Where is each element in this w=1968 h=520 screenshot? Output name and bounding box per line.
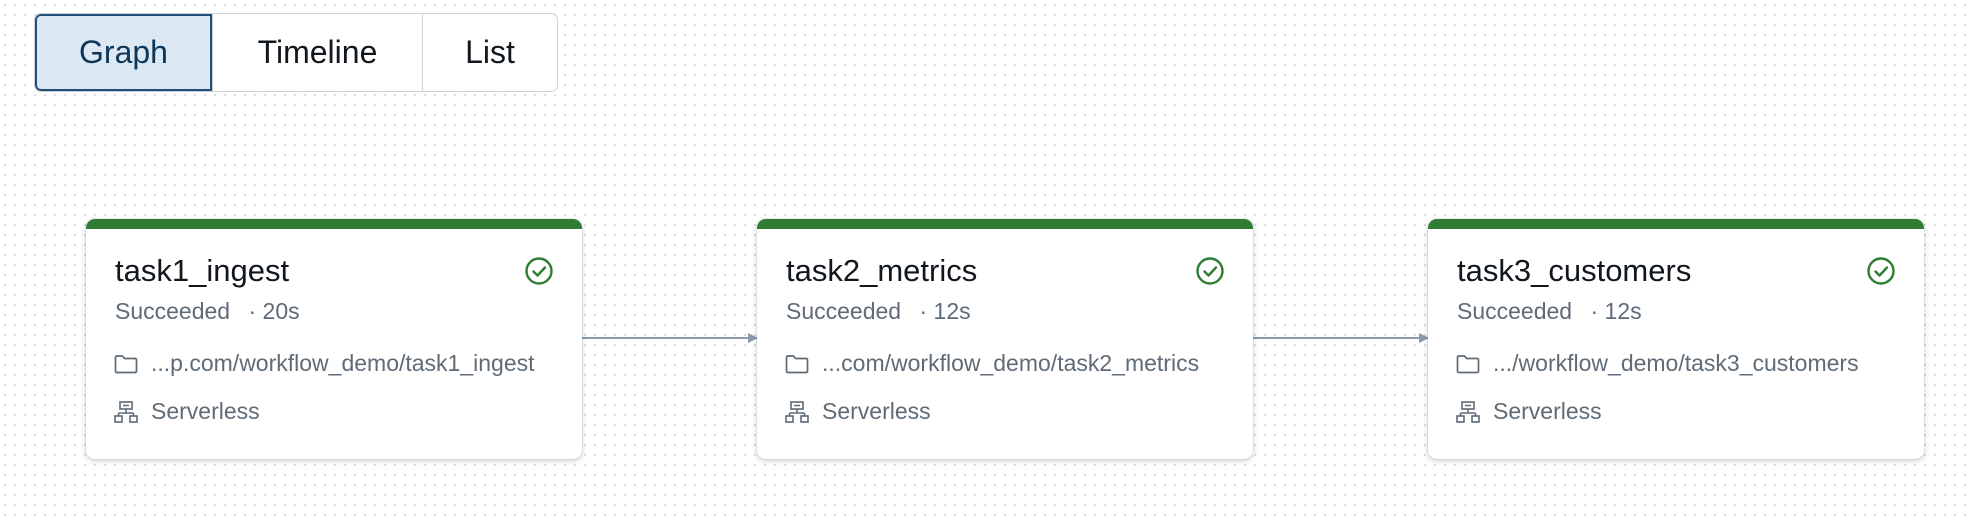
status-bar [757, 219, 1253, 229]
check-circle-icon [525, 257, 553, 285]
task-path: ...com/workflow_demo/task2_metrics [822, 350, 1200, 376]
network-icon [1456, 400, 1480, 423]
folder-icon [114, 354, 138, 373]
task-compute: Serverless [1493, 398, 1602, 424]
task-compute: Serverless [822, 398, 931, 424]
task-compute-row: Serverless [113, 398, 260, 425]
check-circle-icon [1196, 257, 1224, 285]
task-status: Succeeded [115, 298, 231, 324]
task-status: Succeeded [1457, 298, 1573, 324]
task-compute-row: Serverless [784, 398, 931, 425]
task-node-task1[interactable]: task1_ingest Succeeded · 20s ...p.com/wo… [86, 219, 582, 459]
task-name: task2_metrics [786, 253, 978, 288]
folder-icon [785, 354, 809, 373]
task-node-task2[interactable]: task2_metrics Succeeded · 12s ...com/wor… [757, 219, 1253, 459]
tab-graph[interactable]: Graph [35, 14, 212, 91]
task-compute-row: Serverless [1455, 398, 1602, 425]
task-meta: Succeeded · 20s [115, 298, 300, 325]
task-node-task3[interactable]: task3_customers Succeeded · 12s .../work… [1428, 219, 1924, 459]
status-bar [86, 219, 582, 229]
tab-timeline[interactable]: Timeline [212, 14, 422, 91]
tab-list[interactable]: List [422, 14, 557, 91]
check-circle-icon [1867, 257, 1895, 285]
task-path: .../workflow_demo/task3_customers [1493, 350, 1859, 376]
task-duration: 12s [933, 298, 971, 324]
network-icon [785, 400, 809, 423]
task-meta: Succeeded · 12s [786, 298, 971, 325]
task-meta: Succeeded · 12s [1457, 298, 1642, 325]
task-duration: 20s [262, 298, 300, 324]
meta-separator: · [1590, 298, 1599, 324]
task-path-row: .../workflow_demo/task3_customers [1455, 350, 1859, 377]
network-icon [114, 400, 138, 423]
folder-icon [1456, 354, 1480, 373]
task-name: task1_ingest [115, 253, 290, 288]
task-path-row: ...com/workflow_demo/task2_metrics [784, 350, 1199, 377]
task-path-row: ...p.com/workflow_demo/task1_ingest [113, 350, 535, 377]
status-bar [1428, 219, 1924, 229]
task-status: Succeeded [786, 298, 902, 324]
task-name: task3_customers [1457, 253, 1692, 288]
task-path: ...p.com/workflow_demo/task1_ingest [151, 350, 535, 376]
meta-separator: · [919, 298, 928, 324]
task-duration: 12s [1604, 298, 1642, 324]
meta-separator: · [248, 298, 257, 324]
view-tabs: Graph Timeline List [34, 13, 558, 92]
task-compute: Serverless [151, 398, 260, 424]
